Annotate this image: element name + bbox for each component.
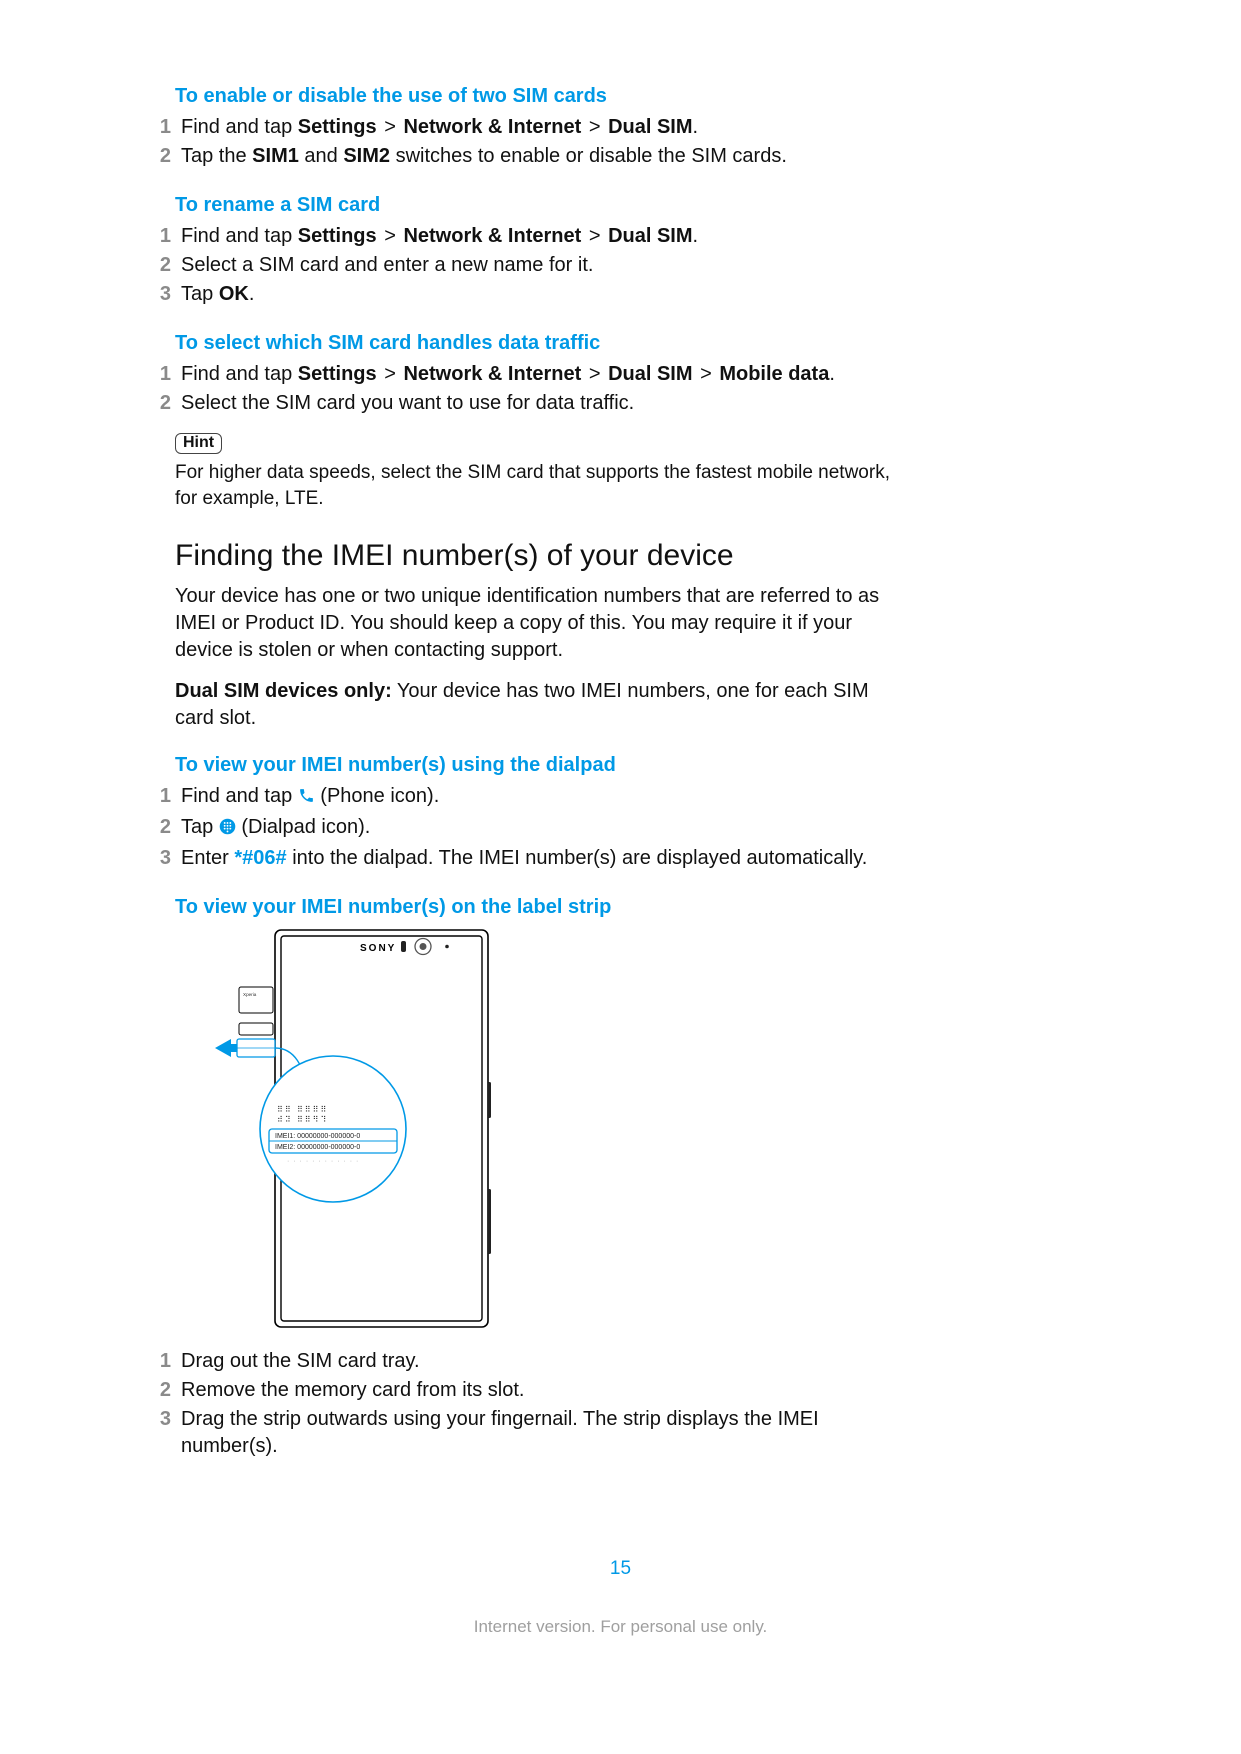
step-number: 1 bbox=[147, 223, 171, 250]
text: (Dialpad icon). bbox=[236, 816, 371, 838]
bold: Dual SIM bbox=[608, 363, 692, 385]
bold: Dual SIM bbox=[608, 116, 692, 138]
ussd-code: *#06# bbox=[234, 847, 286, 869]
bold: SIM2 bbox=[343, 145, 390, 167]
step-text: Find and tap Settings > Network & Intern… bbox=[181, 223, 895, 250]
list-item: 1 Find and tap (Phone icon). bbox=[175, 783, 895, 812]
svg-text:⠾⠽ ⠿⠿⠻⠹: ⠾⠽ ⠿⠿⠻⠹ bbox=[277, 1115, 328, 1124]
brand-text: SONY bbox=[360, 943, 396, 954]
imei2-text: IMEI2: 00000000-000000-0 bbox=[275, 1144, 360, 1151]
text: (Phone icon). bbox=[315, 785, 440, 807]
step-number: 2 bbox=[147, 252, 171, 279]
bold: Dual SIM devices only: bbox=[175, 680, 392, 702]
list-item: 1 Find and tap Settings > Network & Inte… bbox=[175, 361, 895, 388]
text: Tap bbox=[181, 283, 219, 305]
text: switches to enable or disable the SIM ca… bbox=[390, 145, 787, 167]
list-item: 1 Find and tap Settings > Network & Inte… bbox=[175, 114, 895, 141]
svg-text:· · · · · · · · · · · ·: · · · · · · · · · · · · bbox=[287, 1158, 359, 1165]
step-text: Find and tap Settings > Network & Intern… bbox=[181, 361, 895, 388]
bold: Network & Internet bbox=[403, 116, 581, 138]
step-number: 2 bbox=[147, 390, 171, 417]
svg-text:Xperia: Xperia bbox=[243, 992, 257, 997]
step-number: 3 bbox=[147, 1406, 171, 1433]
steps-view-imei-dialpad: 1 Find and tap (Phone icon). 2 Tap (Dial… bbox=[175, 783, 895, 872]
bold: OK bbox=[219, 283, 249, 305]
list-item: 3 Tap OK. bbox=[175, 281, 895, 308]
step-number: 2 bbox=[147, 814, 171, 841]
bold: Settings bbox=[298, 116, 377, 138]
step-number: 2 bbox=[147, 143, 171, 170]
footer-note: Internet version. For personal use only. bbox=[0, 1617, 1241, 1637]
section-title-imei: Finding the IMEI number(s) of your devic… bbox=[175, 539, 895, 573]
hint-text: For higher data speeds, select the SIM c… bbox=[175, 460, 895, 511]
svg-text:⠿⠿ ⠿⠿⠿⠿: ⠿⠿ ⠿⠿⠿⠿ bbox=[277, 1105, 328, 1114]
step-text: Find and tap (Phone icon). bbox=[181, 783, 895, 812]
step-text: Drag out the SIM card tray. bbox=[181, 1348, 895, 1375]
list-item: 3 Drag the strip outwards using your fin… bbox=[175, 1406, 895, 1460]
dialpad-icon bbox=[219, 816, 236, 843]
paragraph: Dual SIM devices only: Your device has t… bbox=[175, 678, 895, 732]
list-item: 1 Find and tap Settings > Network & Inte… bbox=[175, 223, 895, 250]
phone-icon bbox=[298, 785, 315, 812]
bold: Dual SIM bbox=[608, 225, 692, 247]
heading-view-imei-dialpad: To view your IMEI number(s) using the di… bbox=[175, 754, 895, 777]
step-number: 3 bbox=[147, 281, 171, 308]
step-text: Find and tap Settings > Network & Intern… bbox=[181, 114, 895, 141]
list-item: 2 Remove the memory card from its slot. bbox=[175, 1377, 895, 1404]
step-text: Drag the strip outwards using your finge… bbox=[181, 1406, 895, 1460]
page-content: To enable or disable the use of two SIM … bbox=[175, 85, 895, 1462]
text: Tap the bbox=[181, 145, 252, 167]
list-item: 1 Drag out the SIM card tray. bbox=[175, 1348, 895, 1375]
text: . bbox=[829, 363, 835, 385]
text: . bbox=[693, 116, 699, 138]
step-text: Select a SIM card and enter a new name f… bbox=[181, 252, 895, 279]
bold: Mobile data bbox=[719, 363, 829, 385]
step-text: Enter *#06# into the dialpad. The IMEI n… bbox=[181, 845, 895, 872]
bold: Settings bbox=[298, 363, 377, 385]
step-number: 1 bbox=[147, 114, 171, 141]
bold: Settings bbox=[298, 225, 377, 247]
page-number: 15 bbox=[0, 1558, 1241, 1580]
label-strip-diagram: SONY Xperia ⠿⠿ ⠿⠿⠿⠿ ⠾⠽ ⠿⠿ bbox=[215, 929, 895, 1334]
hint-label: Hint bbox=[175, 433, 222, 454]
text: Enter bbox=[181, 847, 234, 869]
text: into the dialpad. The IMEI number(s) are… bbox=[287, 847, 868, 869]
text: Find and tap bbox=[181, 363, 298, 385]
list-item: 2 Tap (Dialpad icon). bbox=[175, 814, 895, 843]
text: Find and tap bbox=[181, 225, 298, 247]
text: Find and tap bbox=[181, 116, 298, 138]
step-number: 3 bbox=[147, 845, 171, 872]
text: . bbox=[693, 225, 699, 247]
heading-select-sim-data: To select which SIM card handles data tr… bbox=[175, 332, 895, 355]
step-number: 2 bbox=[147, 1377, 171, 1404]
step-text: Tap the SIM1 and SIM2 switches to enable… bbox=[181, 143, 895, 170]
bold: Network & Internet bbox=[403, 363, 581, 385]
step-text: Remove the memory card from its slot. bbox=[181, 1377, 895, 1404]
text: and bbox=[299, 145, 343, 167]
step-text: Tap OK. bbox=[181, 281, 895, 308]
heading-enable-two-sim: To enable or disable the use of two SIM … bbox=[175, 85, 895, 108]
heading-view-imei-label: To view your IMEI number(s) on the label… bbox=[175, 896, 895, 919]
step-text: Tap (Dialpad icon). bbox=[181, 814, 895, 843]
steps-view-imei-label: 1 Drag out the SIM card tray. 2 Remove t… bbox=[175, 1348, 895, 1460]
text: Find and tap bbox=[181, 785, 298, 807]
bold: SIM1 bbox=[252, 145, 299, 167]
list-item: 2 Tap the SIM1 and SIM2 switches to enab… bbox=[175, 143, 895, 170]
list-item: 2 Select a SIM card and enter a new name… bbox=[175, 252, 895, 279]
list-item: 2 Select the SIM card you want to use fo… bbox=[175, 390, 895, 417]
step-text: Select the SIM card you want to use for … bbox=[181, 390, 895, 417]
text: Tap bbox=[181, 816, 219, 838]
paragraph: Your device has one or two unique identi… bbox=[175, 583, 895, 664]
bold: Network & Internet bbox=[403, 225, 581, 247]
list-item: 3 Enter *#06# into the dialpad. The IMEI… bbox=[175, 845, 895, 872]
steps-select-sim-data: 1 Find and tap Settings > Network & Inte… bbox=[175, 361, 895, 417]
text: . bbox=[249, 283, 255, 305]
step-number: 1 bbox=[147, 361, 171, 388]
step-number: 1 bbox=[147, 1348, 171, 1375]
step-number: 1 bbox=[147, 783, 171, 810]
steps-rename-sim: 1 Find and tap Settings > Network & Inte… bbox=[175, 223, 895, 308]
steps-enable-two-sim: 1 Find and tap Settings > Network & Inte… bbox=[175, 114, 895, 170]
heading-rename-sim: To rename a SIM card bbox=[175, 194, 895, 217]
imei1-text: IMEI1: 00000000-000000-0 bbox=[275, 1133, 360, 1140]
